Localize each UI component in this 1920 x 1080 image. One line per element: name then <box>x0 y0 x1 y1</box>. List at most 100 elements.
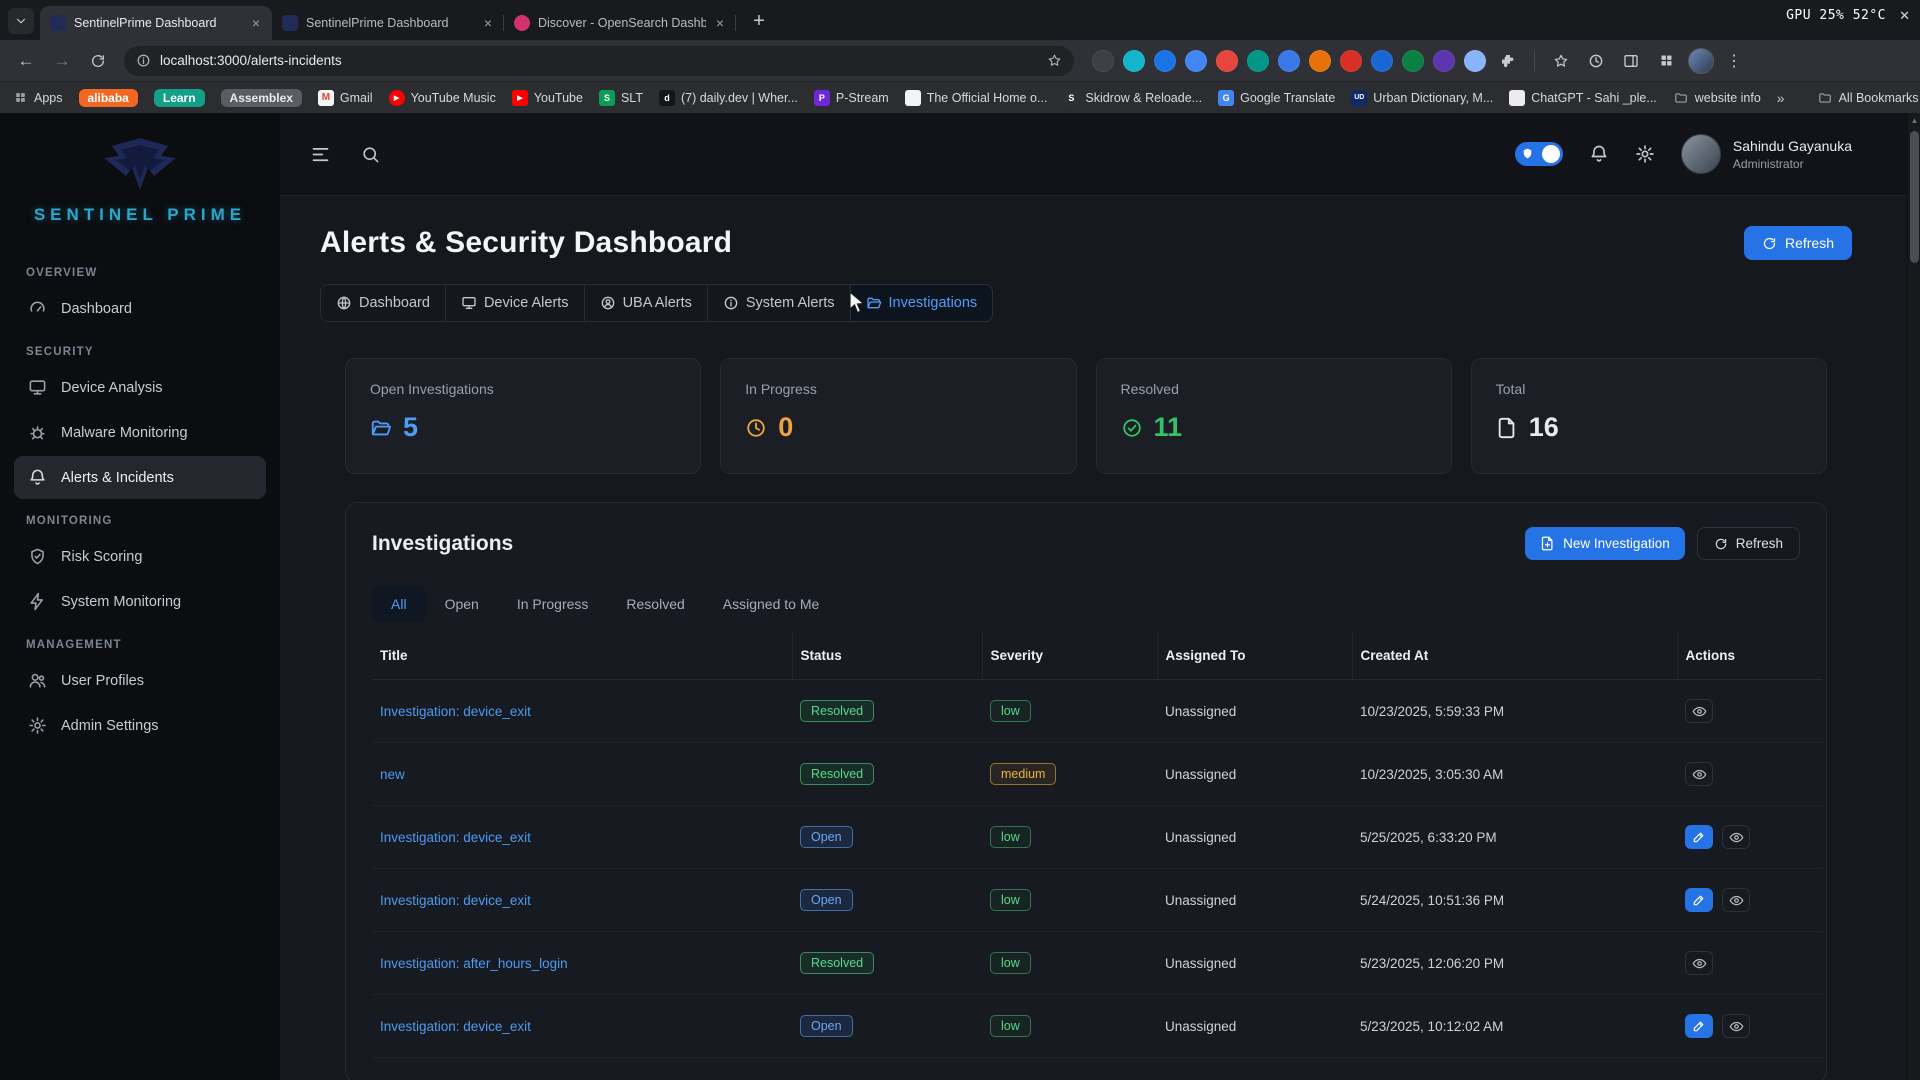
bookmark-item[interactable]: SSLT <box>599 90 643 106</box>
investigation-link[interactable]: Investigation: device_exit <box>380 704 531 719</box>
browser-tab[interactable]: Discover - OpenSearch Dashbo × <box>504 6 736 40</box>
edit-button[interactable] <box>1685 825 1713 849</box>
edit-button[interactable] <box>1685 1014 1713 1038</box>
window-close-icon[interactable]: ✕ <box>1899 8 1910 24</box>
sidebar-item-admin-settings[interactable]: Admin Settings <box>14 704 266 747</box>
site-info-icon[interactable] <box>136 53 151 68</box>
back-button[interactable]: ← <box>10 45 42 77</box>
tab-uba-alerts[interactable]: UBA Alerts <box>584 284 708 322</box>
side-panel-icon[interactable] <box>1618 48 1644 74</box>
new-tab-button[interactable]: + <box>744 6 774 36</box>
saved-tab-group[interactable]: alibaba <box>79 89 138 107</box>
extension-icon[interactable] <box>1402 50 1424 72</box>
extension-icon[interactable] <box>1371 50 1393 72</box>
investigation-link[interactable]: new <box>380 767 405 782</box>
apps-grid-icon[interactable] <box>1653 48 1679 74</box>
saved-tab-group[interactable]: Learn <box>154 89 205 107</box>
filter-assigned-to-me[interactable]: Assigned to Me <box>704 586 839 622</box>
extension-icon[interactable] <box>1216 50 1238 72</box>
view-button[interactable] <box>1685 762 1713 786</box>
forward-button[interactable]: → <box>46 45 78 77</box>
bookmark-folder[interactable]: website info <box>1673 90 1761 106</box>
saved-tab-group[interactable]: Assemblex <box>221 89 302 107</box>
scrollbar[interactable]: ▲ <box>1907 113 1920 1080</box>
extensions-puzzle-icon[interactable] <box>1495 48 1521 74</box>
tab-close-icon[interactable]: × <box>714 15 726 31</box>
reload-button[interactable] <box>82 45 114 77</box>
scrollbar-up-arrow[interactable]: ▲ <box>1908 116 1920 125</box>
shield-toggle[interactable] <box>1515 142 1563 166</box>
browser-menu-icon[interactable]: ⋮ <box>1723 51 1745 71</box>
bookmark-item[interactable]: d(7) daily.dev | Wher... <box>659 90 798 106</box>
sidebar-item-alerts-incidents[interactable]: Alerts & Incidents <box>14 456 266 499</box>
extension-icon[interactable] <box>1123 50 1145 72</box>
edit-button[interactable] <box>1685 888 1713 912</box>
bookmark-item[interactable]: UDUrban Dictionary, M... <box>1351 90 1493 106</box>
filter-all[interactable]: All <box>372 586 426 622</box>
investigation-link[interactable]: Investigation: after_hours_login <box>380 956 568 971</box>
tab-investigations[interactable]: Investigations <box>850 284 994 322</box>
bookmark-item[interactable]: MGmail <box>318 90 373 106</box>
view-button[interactable] <box>1722 888 1750 912</box>
view-button[interactable] <box>1722 825 1750 849</box>
extension-icon[interactable] <box>1185 50 1207 72</box>
bookmark-apps[interactable]: Apps <box>12 90 63 106</box>
tab-system-alerts[interactable]: System Alerts <box>707 284 851 322</box>
extension-icon[interactable] <box>1309 50 1331 72</box>
sidebar-item-dashboard[interactable]: Dashboard <box>14 287 266 330</box>
extension-icon[interactable] <box>1433 50 1455 72</box>
extension-icon[interactable] <box>1464 50 1486 72</box>
extension-icon[interactable] <box>1278 50 1300 72</box>
view-button[interactable] <box>1685 699 1713 723</box>
favorites-icon[interactable] <box>1548 48 1574 74</box>
tab-device-alerts[interactable]: Device Alerts <box>445 284 585 322</box>
filter-in-progress[interactable]: In Progress <box>498 586 608 622</box>
bookmark-item[interactable]: PP-Stream <box>814 90 889 106</box>
filter-resolved[interactable]: Resolved <box>607 586 703 622</box>
view-button[interactable] <box>1685 951 1713 975</box>
extension-icon[interactable] <box>1092 50 1114 72</box>
extension-icon[interactable] <box>1154 50 1176 72</box>
bookmark-item[interactable]: GGoogle Translate <box>1218 90 1335 106</box>
browser-profile-avatar[interactable] <box>1688 48 1714 74</box>
sidebar-item-risk-scoring[interactable]: Risk Scoring <box>14 535 266 578</box>
new-investigation-button[interactable]: New Investigation <box>1525 527 1685 560</box>
bookmark-item[interactable]: ▶YouTube <box>512 90 583 106</box>
sidebar-item-device-analysis[interactable]: Device Analysis <box>14 366 266 409</box>
extension-icon[interactable] <box>1340 50 1362 72</box>
history-icon[interactable] <box>1583 48 1609 74</box>
all-bookmarks[interactable]: All Bookmarks <box>1817 90 1919 106</box>
view-button[interactable] <box>1722 1014 1750 1038</box>
investigation-link[interactable]: Investigation: device_exit <box>380 1019 531 1034</box>
user-menu[interactable]: Sahindu Gayanuka Administrator <box>1681 134 1852 174</box>
bookmarks-overflow-icon[interactable]: » <box>1777 90 1785 106</box>
panel-refresh-button[interactable]: Refresh <box>1697 527 1800 560</box>
tab-close-icon[interactable]: × <box>482 15 494 31</box>
bookmark-item[interactable]: ▶YouTube Music <box>389 90 496 106</box>
tab-close-icon[interactable]: × <box>250 15 262 31</box>
bookmark-item[interactable]: SSkidrow & Reloade... <box>1063 90 1202 106</box>
address-input[interactable] <box>160 53 1038 68</box>
tab-search-button[interactable] <box>8 8 34 34</box>
settings-gear-icon[interactable] <box>1635 144 1655 164</box>
notifications-bell-icon[interactable] <box>1589 144 1609 164</box>
search-icon[interactable] <box>361 145 380 164</box>
extension-icon[interactable] <box>1247 50 1269 72</box>
investigation-link[interactable]: Investigation: device_exit <box>380 830 531 845</box>
scrollbar-thumb[interactable] <box>1910 131 1919 263</box>
sidebar-item-system-monitoring[interactable]: System Monitoring <box>14 580 266 623</box>
sidebar-item-user-profiles[interactable]: User Profiles <box>14 659 266 702</box>
address-bar[interactable] <box>124 46 1074 76</box>
status-badge: Open <box>800 1015 853 1037</box>
bookmark-item[interactable]: The Official Home o... <box>905 90 1048 106</box>
browser-tab-active[interactable]: SentinelPrime Dashboard × <box>40 6 272 40</box>
filter-open[interactable]: Open <box>426 586 498 622</box>
refresh-button[interactable]: Refresh <box>1744 226 1852 260</box>
investigation-link[interactable]: Investigation: device_exit <box>380 893 531 908</box>
bookmark-item[interactable]: ChatGPT - Sahi _ple... <box>1509 90 1657 106</box>
sidebar-item-malware-monitoring[interactable]: Malware Monitoring <box>14 411 266 454</box>
sidebar-collapse-icon[interactable] <box>310 144 331 165</box>
bookmark-star-icon[interactable] <box>1047 53 1062 68</box>
tab-dashboard[interactable]: Dashboard <box>320 284 446 322</box>
browser-tab[interactable]: SentinelPrime Dashboard × <box>272 6 504 40</box>
